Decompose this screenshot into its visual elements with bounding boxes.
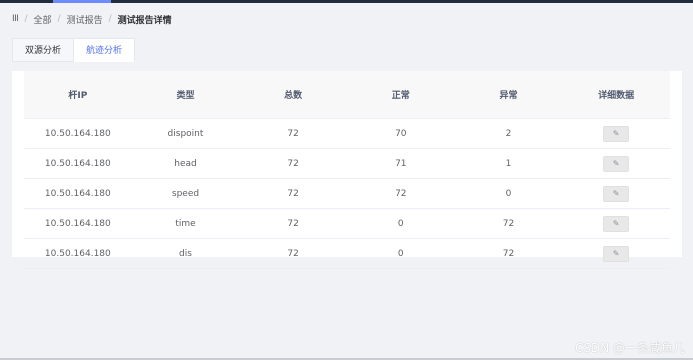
- cell-pole-ip: 10.50.164.180: [24, 238, 132, 269]
- analysis-tabs: 双源分析 航迹分析: [12, 38, 136, 62]
- cell-pole-ip: 10.50.164.180: [24, 208, 132, 239]
- column-header-total: 总数: [239, 71, 347, 119]
- cell-total: 72: [239, 208, 347, 239]
- cell-abnormal: 2: [454, 118, 563, 149]
- cell-abnormal: 1: [454, 148, 563, 179]
- cell-abnormal: 72: [454, 208, 563, 239]
- column-header-details: 详细数据: [562, 71, 670, 119]
- cell-pole-ip: 10.50.164.180: [24, 178, 132, 209]
- cell-type: speed: [131, 178, 240, 209]
- report-table-card: 杆IP 类型 总数 正常 异常 详细数据 10.50.164.180 dispo…: [12, 71, 682, 269]
- cell-type: dispoint: [131, 118, 240, 149]
- table-row: 10.50.164.180 time 72 0 72 ✎: [24, 208, 670, 239]
- top-bar-active-indicator: [53, 0, 111, 3]
- cell-total: 72: [239, 178, 347, 209]
- cell-details: ✎: [562, 238, 670, 269]
- edit-icon[interactable]: ✎: [603, 215, 630, 232]
- cell-total: 72: [239, 238, 347, 269]
- cell-pole-ip: 10.50.164.180: [24, 148, 132, 179]
- column-header-abnormal: 异常: [454, 71, 563, 119]
- cell-normal: 0: [346, 238, 455, 269]
- cell-details: ✎: [562, 208, 670, 239]
- cell-abnormal: 72: [454, 238, 563, 269]
- tab-track-analysis[interactable]: 航迹分析: [74, 38, 136, 62]
- cell-type: time: [131, 208, 240, 239]
- report-table: 杆IP 类型 总数 正常 异常 详细数据 10.50.164.180 dispo…: [24, 71, 670, 269]
- cell-normal: 71: [346, 148, 455, 179]
- breadcrumb-separator: /: [57, 14, 61, 24]
- breadcrumb-separator: /: [108, 14, 112, 24]
- edit-icon[interactable]: ✎: [603, 185, 630, 202]
- watermark: CSDN @一条咸鱼儿: [574, 341, 685, 355]
- tab-dual-source-analysis[interactable]: 双源分析: [12, 38, 75, 62]
- menu-icon[interactable]: III: [12, 14, 19, 24]
- cell-normal: 0: [346, 208, 455, 239]
- breadcrumb-report-detail: 测试报告详情: [117, 15, 172, 26]
- breadcrumb-separator: /: [24, 14, 28, 24]
- cell-abnormal: 0: [454, 178, 563, 209]
- cell-pole-ip: 10.50.164.180: [24, 118, 132, 149]
- cell-total: 72: [239, 118, 347, 149]
- cell-total: 72: [239, 148, 347, 179]
- breadcrumb-all[interactable]: 全部: [34, 13, 52, 26]
- edit-icon[interactable]: ✎: [603, 245, 630, 262]
- column-header-type: 类型: [131, 71, 240, 119]
- breadcrumb-test-report[interactable]: 测试报告: [67, 13, 103, 26]
- edit-icon[interactable]: ✎: [603, 155, 630, 172]
- cell-details: ✎: [562, 148, 670, 179]
- cell-normal: 72: [346, 178, 455, 209]
- table-row: 10.50.164.180 head 72 71 1 ✎: [24, 148, 670, 179]
- breadcrumb: III / 全部 / 测试报告 / 测试报告详情: [12, 13, 172, 26]
- cell-details: ✎: [562, 178, 670, 209]
- table-row: 10.50.164.180 speed 72 72 0 ✎: [24, 178, 670, 209]
- table-row: 10.50.164.180 dis 72 0 72 ✎: [24, 238, 670, 269]
- cell-details: ✎: [562, 118, 670, 149]
- table-row: 10.50.164.180 dispoint 72 70 2 ✎: [24, 118, 670, 149]
- cell-type: head: [131, 148, 240, 179]
- cell-type: dis: [131, 238, 240, 269]
- edit-icon[interactable]: ✎: [603, 125, 630, 142]
- column-header-normal: 正常: [346, 71, 455, 119]
- cell-normal: 70: [346, 118, 455, 149]
- column-header-pole-ip: 杆IP: [24, 71, 132, 119]
- table-header-row: 杆IP 类型 总数 正常 异常 详细数据: [24, 71, 670, 119]
